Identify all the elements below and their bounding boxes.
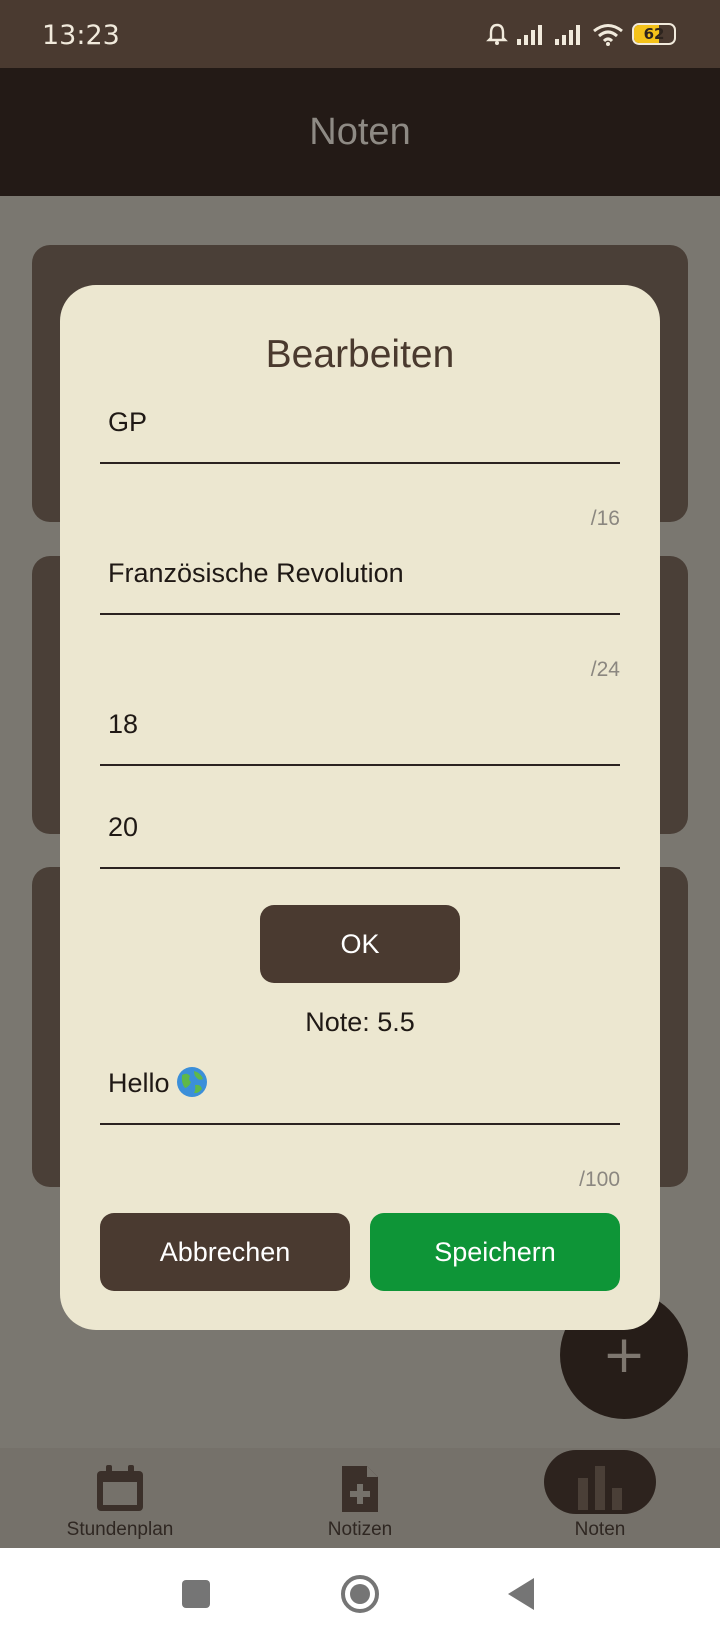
bottom-nav: Stundenplan Notizen Noten (0, 1448, 720, 1548)
calendar-icon (97, 1465, 143, 1511)
nav-label: Noten (574, 1519, 626, 1540)
grade-result: Note: 5.5 (305, 1007, 415, 1037)
edit-dialog: Bearbeiten GP /16 Französische Revolutio… (60, 285, 660, 1330)
page-title: Noten (309, 110, 411, 153)
cancel-button[interactable]: Abbrechen (100, 1213, 350, 1291)
nav-label: Notizen (327, 1519, 393, 1540)
nav-item-notizen[interactable]: Notizen (240, 1448, 480, 1548)
status-icons: 62 (486, 22, 676, 46)
battery-icon: 62 (632, 23, 676, 45)
comment-value: Hello (108, 1066, 208, 1099)
nav-item-noten[interactable]: Noten (480, 1448, 720, 1548)
topic-counter: /24 (590, 658, 620, 681)
wifi-icon (593, 24, 623, 46)
bell-icon (486, 23, 508, 45)
comment-field[interactable]: Hello (100, 1047, 620, 1125)
globe-icon (176, 1067, 207, 1097)
back-icon[interactable] (506, 1574, 536, 1614)
ok-button[interactable]: OK (260, 905, 460, 983)
subject-field[interactable]: GP (100, 386, 620, 464)
max-points-value: 20 (108, 812, 139, 842)
nav-label: Stundenplan (66, 1519, 174, 1540)
nav-item-stundenplan[interactable]: Stundenplan (0, 1448, 240, 1548)
max-points-field[interactable]: 20 (100, 791, 620, 869)
dialog-title: Bearbeiten (265, 333, 455, 376)
save-button[interactable]: Speichern (370, 1213, 620, 1291)
battery-level: 62 (643, 25, 665, 43)
recents-icon[interactable] (182, 1574, 212, 1614)
points-field[interactable]: 18 (100, 688, 620, 766)
topic-field[interactable]: Französische Revolution (100, 537, 620, 615)
subject-counter: /16 (590, 507, 620, 530)
home-icon[interactable] (340, 1574, 380, 1614)
bar-chart-icon (578, 1466, 622, 1510)
comment-text: Hello (108, 1068, 170, 1098)
status-bar: 13:23 62 (0, 0, 720, 68)
subject-value: GP (108, 407, 148, 437)
plus-icon: + (602, 1325, 646, 1385)
comment-counter: /100 (579, 1168, 620, 1191)
note-add-icon (342, 1466, 378, 1512)
status-time: 13:23 (42, 20, 120, 51)
points-value: 18 (108, 709, 139, 739)
signal-icon (517, 25, 542, 45)
signal-icon (555, 25, 580, 45)
topic-value: Französische Revolution (108, 558, 404, 588)
system-nav-bar (0, 1548, 720, 1640)
app-bar: Noten (0, 68, 720, 196)
